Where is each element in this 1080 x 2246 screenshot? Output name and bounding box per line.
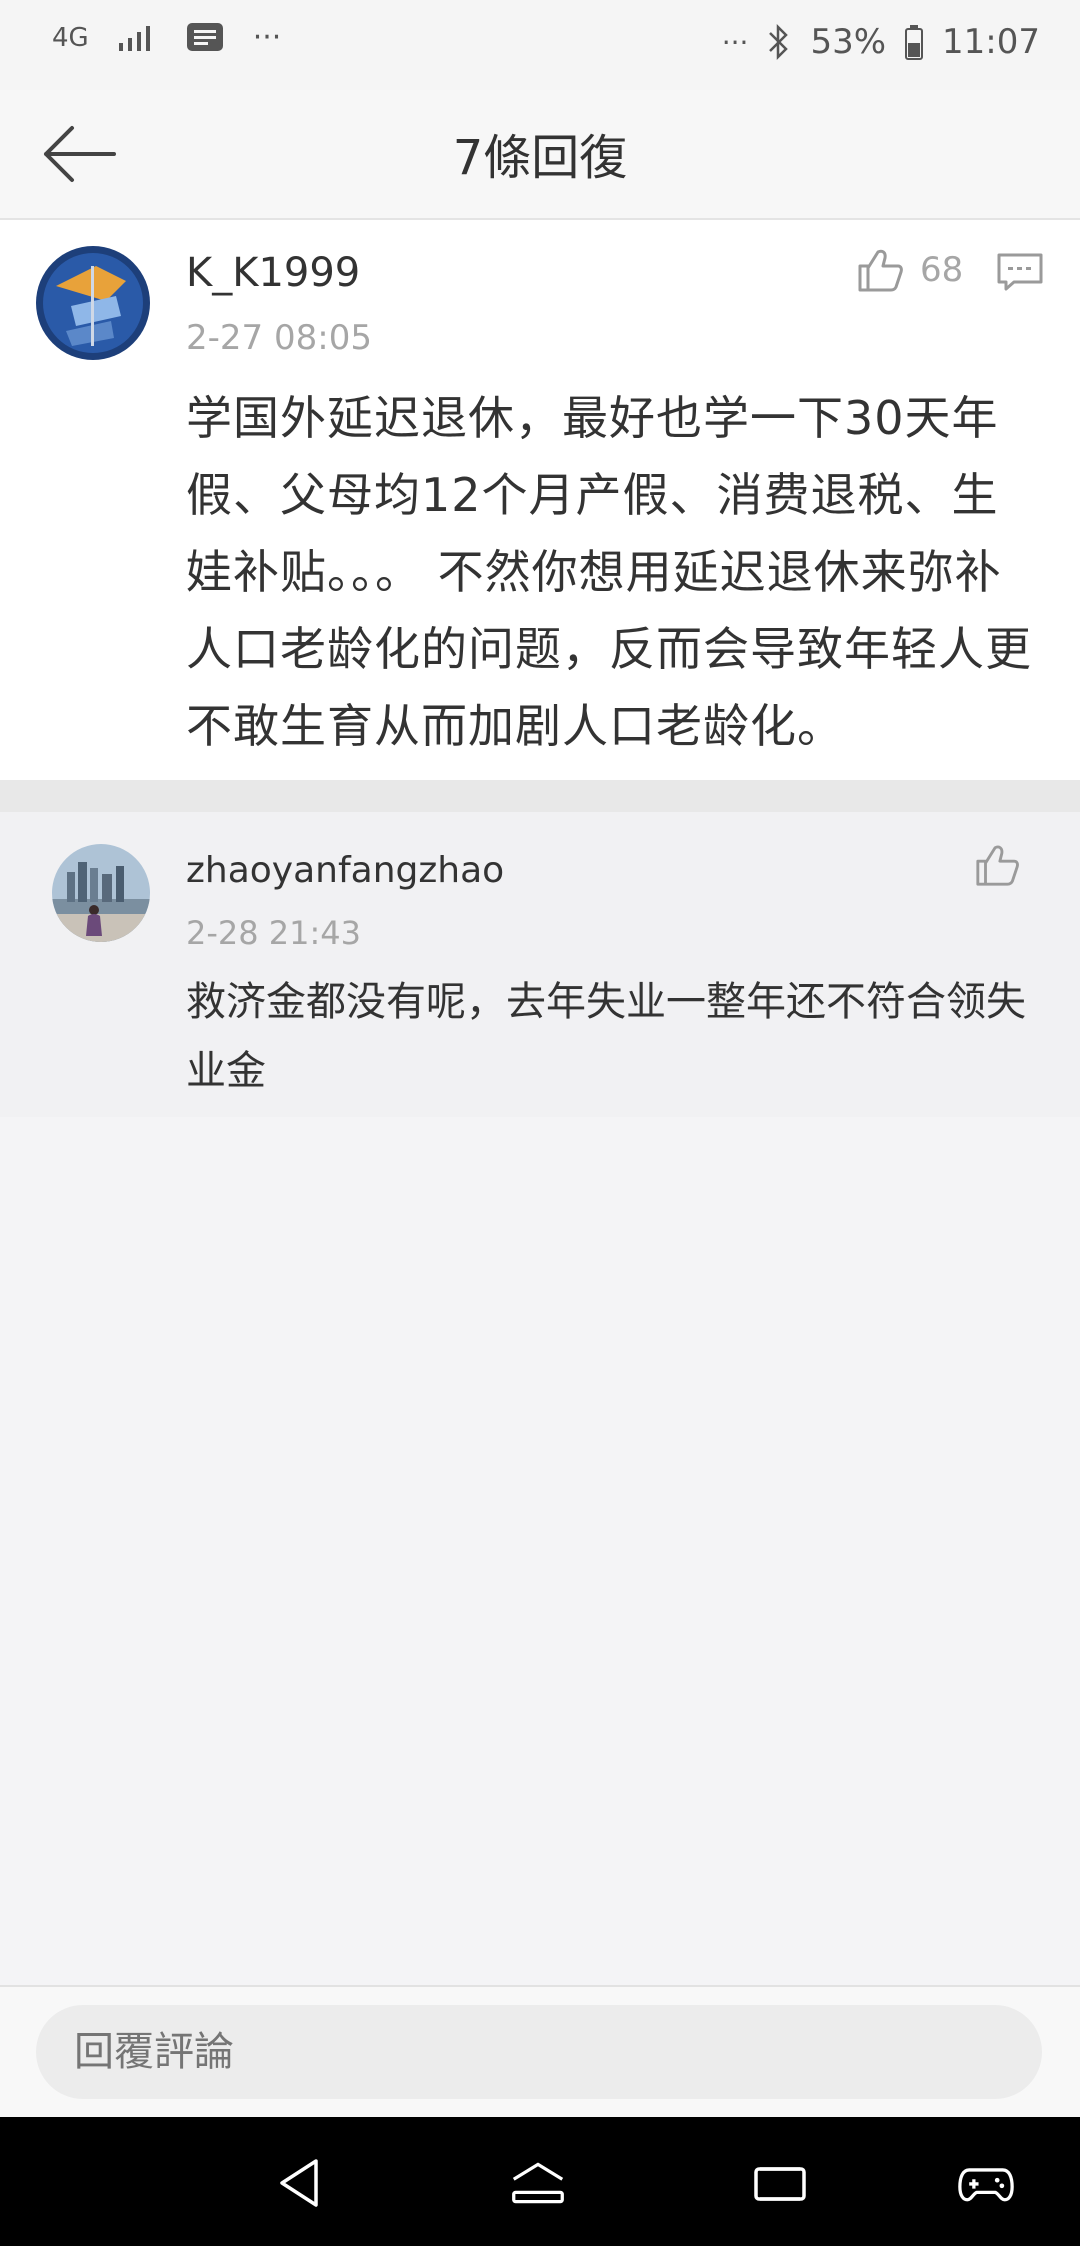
like-button[interactable] xyxy=(974,842,1020,888)
avatar[interactable] xyxy=(52,844,150,942)
comment-icon xyxy=(997,253,1043,291)
thumbs-up-icon xyxy=(976,845,1019,886)
reply-input-bar xyxy=(0,1985,1080,2119)
reply-item: zhaoyanfangzhao 2-28 21:43 救济金都没有呢，去年失业一… xyxy=(0,812,1080,1117)
signal-icon xyxy=(118,25,150,51)
header: 7條回復 xyxy=(0,90,1080,220)
reply-button[interactable] xyxy=(996,252,1044,292)
comment-text: 学国外延迟退休，最好也学一下30天年假、父母均12个月产假、消费退税、生娃补贴。… xyxy=(186,391,1032,753)
status-bar-left: 4G ··· xyxy=(52,20,281,55)
reply-text: 救济金都没有呢，去年失业一整年还不符合领失业金 xyxy=(186,979,1026,1094)
gamepad-icon[interactable] xyxy=(958,2155,1014,2211)
nav-recents-icon[interactable] xyxy=(752,2155,808,2211)
status-more-dots-right: ··· xyxy=(721,25,749,59)
network-type: 4G xyxy=(52,22,89,53)
like-button[interactable] xyxy=(856,246,904,294)
thumbs-up-icon xyxy=(858,249,903,292)
username[interactable]: K_K1999 xyxy=(186,250,360,296)
username[interactable]: zhaoyanfangzhao xyxy=(186,850,504,891)
main-comment: K_K1999 2-27 08:05 68 学国外延迟退休，最好也学一下30天年… xyxy=(0,220,1080,780)
nav-home-icon[interactable] xyxy=(510,2155,566,2211)
section-divider xyxy=(0,780,1080,812)
bluetooth-icon xyxy=(769,23,789,61)
page-title: 7條回復 xyxy=(452,130,628,186)
like-count: 68 xyxy=(920,250,964,290)
battery-icon xyxy=(905,25,924,60)
battery-percent: 53% xyxy=(810,22,887,62)
avatar-image xyxy=(36,246,150,360)
avatar[interactable] xyxy=(36,246,150,360)
reply-input[interactable] xyxy=(36,2005,1042,2099)
system-nav-bar xyxy=(0,2117,1080,2246)
clock: 11:07 xyxy=(942,22,1040,62)
status-bar: 4G ··· ··· 53% 11:07 xyxy=(0,0,1080,90)
timestamp: 2-27 08:05 xyxy=(186,318,372,358)
message-icon xyxy=(186,22,223,51)
nav-back-icon[interactable] xyxy=(272,2155,328,2211)
status-bar-right: ··· 53% 11:07 xyxy=(722,22,1040,62)
timestamp: 2-28 21:43 xyxy=(186,914,362,952)
avatar-image xyxy=(52,844,150,942)
status-more-dots: ··· xyxy=(252,20,282,55)
